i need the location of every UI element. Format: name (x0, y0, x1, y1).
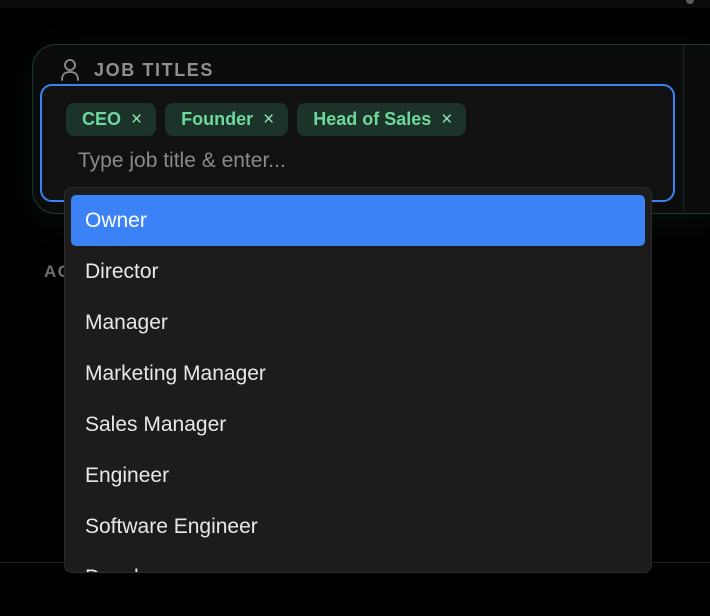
dropdown-option[interactable]: Engineer (71, 450, 645, 501)
tag-chip: Head of Sales × (297, 103, 467, 136)
job-title-dropdown: Owner Director Manager Marketing Manager Sal… (64, 187, 652, 573)
tag-label: Head of Sales (313, 109, 432, 129)
selected-tags: CEO × Founder × Head of Sales × (66, 103, 467, 136)
top-strip (0, 0, 710, 8)
dropdown-option[interactable]: Owner (71, 195, 645, 246)
close-icon[interactable]: × (263, 110, 274, 129)
person-icon (60, 58, 80, 82)
tag-chip: Founder × (165, 103, 289, 136)
job-title-tag-input[interactable]: CEO × Founder × Head of Sales × (40, 84, 675, 202)
divider (0, 562, 710, 563)
job-titles-header: JOB TITLES (60, 58, 214, 82)
tag-label: Founder (181, 109, 254, 129)
close-icon[interactable]: × (441, 110, 452, 129)
card-divider (683, 44, 684, 214)
dropdown-option[interactable]: Director (71, 246, 645, 297)
close-icon[interactable]: × (131, 110, 142, 129)
tag-label: CEO (82, 109, 122, 129)
dropdown-option[interactable]: Manager (71, 297, 645, 348)
job-title-input[interactable] (78, 144, 558, 178)
job-title-options: Owner Director Manager Marketing Manager Sal… (65, 188, 651, 572)
dropdown-option[interactable]: Marketing Manager (71, 348, 645, 399)
job-titles-label: JOB TITLES (94, 59, 215, 80)
app-screen: JOB TITLES AC CEO × Founder × Head of Sales ×… (0, 0, 710, 616)
dropdown-option[interactable]: Sales Manager (71, 399, 645, 450)
tag-chip: CEO × (66, 103, 157, 136)
dropdown-option[interactable]: Software Engineer (71, 501, 645, 552)
